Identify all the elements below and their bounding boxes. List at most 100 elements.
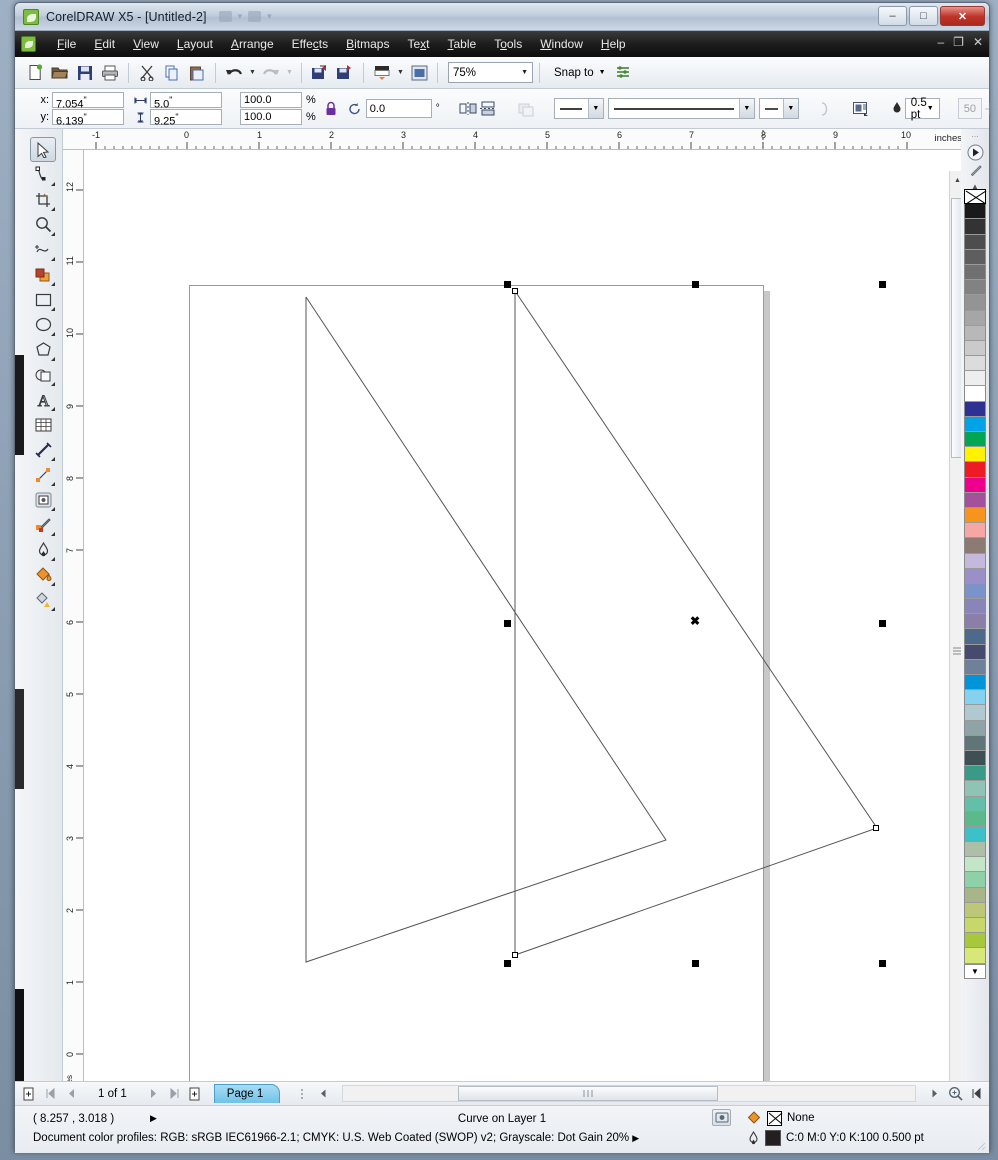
redo-dropdown-arrow[interactable]: ▼ <box>284 62 295 84</box>
outline-arrow-combobox[interactable]: ▼ <box>758 98 799 119</box>
palette-swatch[interactable] <box>964 796 986 812</box>
palette-swatch[interactable] <box>964 750 986 767</box>
redo-icon[interactable] <box>259 61 283 85</box>
selection-handle-n[interactable] <box>692 281 699 288</box>
minimize-button[interactable]: – <box>878 6 907 26</box>
palette-swatch[interactable] <box>964 659 986 675</box>
height-input[interactable]: 9.25" <box>150 109 222 128</box>
freehand-tool[interactable] <box>30 237 56 262</box>
palette-swatch[interactable] <box>964 340 986 357</box>
last-page-button[interactable] <box>166 1085 183 1102</box>
selection-handle-w[interactable] <box>504 620 511 627</box>
palette-swatch[interactable] <box>964 234 986 250</box>
drawing-canvas[interactable]: ✖ ▲ ▼ <box>84 150 964 1081</box>
crop-tool[interactable] <box>30 187 56 212</box>
scale-horizontal-input[interactable]: 100.0 <box>240 92 302 108</box>
palette-swatch[interactable] <box>964 766 986 782</box>
basic-shapes-tool[interactable] <box>30 362 56 387</box>
fill-tool[interactable] <box>30 562 56 587</box>
selection-handle-e[interactable] <box>879 620 886 627</box>
selection-handle-se[interactable] <box>879 960 886 967</box>
palette-eyedropper-icon[interactable] <box>968 164 983 179</box>
maximize-button[interactable]: □ <box>909 6 938 26</box>
rotation-center-marker[interactable]: ✖ <box>690 615 700 627</box>
close-button[interactable]: ✕ <box>940 6 985 26</box>
palette-swatch[interactable] <box>964 811 986 827</box>
curve-node-top[interactable] <box>512 288 518 294</box>
zoom-level-combobox[interactable]: 75% ▼ <box>448 62 533 83</box>
palette-swatch[interactable] <box>964 325 986 341</box>
document-icon[interactable] <box>21 36 36 52</box>
palette-swatch[interactable] <box>964 644 986 660</box>
palette-swatch[interactable] <box>964 462 986 478</box>
palette-swatch[interactable] <box>964 264 986 281</box>
x-position-input[interactable]: 7.054" <box>52 92 124 111</box>
palette-swatch[interactable] <box>964 781 986 797</box>
outline-pattern-combobox[interactable]: ▼ <box>607 98 755 119</box>
outline-color-swatch[interactable] <box>765 1130 781 1146</box>
palette-swatch[interactable] <box>964 219 986 235</box>
palette-swatch[interactable] <box>964 629 986 645</box>
menu-item-bitmaps[interactable]: Bitmaps <box>337 33 398 55</box>
add-page-start-icon[interactable] <box>21 1085 38 1102</box>
palette-swatch[interactable] <box>964 477 986 493</box>
palette-swatch[interactable] <box>964 538 986 554</box>
publish-dropdown-arrow[interactable]: ▼ <box>395 62 406 84</box>
palette-swatch[interactable] <box>964 948 986 964</box>
scale-vertical-input[interactable]: 100.0 <box>240 109 302 125</box>
palette-expand-button[interactable] <box>967 144 984 161</box>
eyedropper-tool[interactable] <box>30 512 56 537</box>
palette-swatch[interactable] <box>964 902 986 918</box>
palette-swatch[interactable] <box>964 371 986 387</box>
palette-swatch[interactable] <box>964 432 986 448</box>
hscroll-left-arrow[interactable] <box>315 1085 332 1102</box>
menu-item-view[interactable]: View <box>124 33 168 55</box>
shape-tool[interactable] <box>30 162 56 187</box>
import-icon[interactable] <box>308 61 332 85</box>
palette-swatch[interactable] <box>964 842 986 858</box>
menu-item-table[interactable]: Table <box>439 33 486 55</box>
mirror-horizontal-icon[interactable] <box>458 97 478 121</box>
vertical-ruler[interactable]: 12 11 10 9 8 7 6 5 4 3 2 1 0 inches <box>63 150 84 1081</box>
next-page-button[interactable] <box>145 1085 162 1102</box>
page-tab-1[interactable]: Page 1 <box>213 1084 281 1103</box>
palette-swatch[interactable] <box>964 553 986 569</box>
palette-swatch[interactable] <box>964 280 986 296</box>
hscroll-right-arrow[interactable] <box>926 1085 943 1102</box>
palette-swatch[interactable] <box>964 690 986 706</box>
undo-dropdown-arrow[interactable]: ▼ <box>247 62 258 84</box>
open-document-icon[interactable] <box>48 61 72 85</box>
add-page-end-icon[interactable] <box>187 1085 204 1102</box>
width-input[interactable]: 5.0" <box>150 92 222 111</box>
horizontal-scroll-thumb[interactable] <box>458 1086 719 1101</box>
palette-swatch[interactable] <box>964 386 986 402</box>
palette-swatch[interactable] <box>964 583 986 600</box>
dimension-tool[interactable] <box>30 437 56 462</box>
palette-swatch[interactable] <box>964 614 986 630</box>
doc-minimize-button[interactable]: – <box>937 35 944 49</box>
table-tool[interactable] <box>30 412 56 437</box>
palette-swatch[interactable] <box>964 918 986 934</box>
palette-swatch[interactable] <box>964 857 986 873</box>
connector-tool[interactable] <box>30 462 56 487</box>
palette-swatch-none[interactable] <box>964 189 986 205</box>
palette-swatch[interactable] <box>964 872 986 888</box>
new-document-icon[interactable] <box>23 61 47 85</box>
copy-icon[interactable] <box>160 61 184 85</box>
menu-item-edit[interactable]: Edit <box>85 33 124 55</box>
palette-swatch[interactable] <box>964 401 986 417</box>
selection-handle-s[interactable] <box>692 960 699 967</box>
menu-item-window[interactable]: Window <box>531 33 592 55</box>
selection-handle-nw[interactable] <box>504 281 511 288</box>
menu-item-text[interactable]: Text <box>398 33 438 55</box>
doc-restore-button[interactable]: ❐ <box>953 35 964 49</box>
palette-swatch[interactable] <box>964 523 986 539</box>
cut-icon[interactable] <box>135 61 159 85</box>
palette-swatch[interactable] <box>964 492 986 508</box>
menu-item-file[interactable]: File <box>48 33 85 55</box>
menu-item-layout[interactable]: Layout <box>168 33 222 55</box>
palette-swatch[interactable] <box>964 507 986 524</box>
profiles-expand-arrow[interactable]: ▶ <box>632 1133 639 1143</box>
mirror-vertical-icon[interactable] <box>478 97 498 121</box>
selection-handle-sw[interactable] <box>504 960 511 967</box>
